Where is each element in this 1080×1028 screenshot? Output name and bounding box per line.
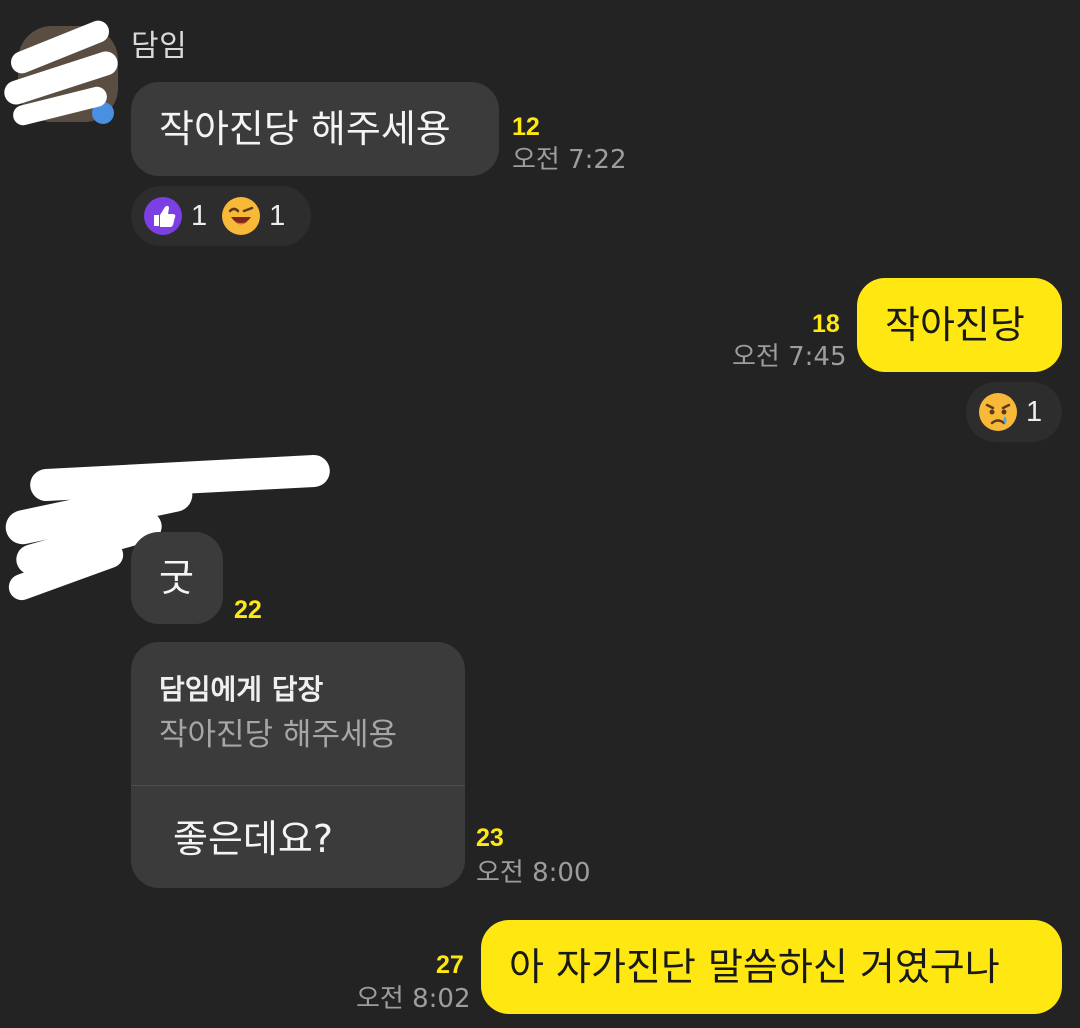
laughing-face-icon bbox=[222, 197, 261, 235]
message-text: 작아진당 해주세용 bbox=[159, 107, 451, 151]
avatar[interactable] bbox=[1, 17, 121, 128]
unread-count: 22 bbox=[234, 596, 262, 624]
message-time: 오전 7:45 bbox=[732, 342, 847, 372]
unread-count: 27 bbox=[436, 951, 464, 979]
message-text: 좋은데요? bbox=[173, 817, 334, 861]
message-text: 아 자가진단 말씀하신 거였구나 bbox=[509, 945, 1000, 989]
message-bubble[interactable]: 작아진당 bbox=[857, 278, 1062, 372]
reaction-bar[interactable]: 1 bbox=[966, 382, 1062, 442]
reaction-count: 1 bbox=[269, 199, 286, 232]
reaction-bar[interactable]: 1 1 bbox=[131, 186, 311, 246]
unread-count: 18 bbox=[812, 310, 840, 338]
message-time: 오전 8:02 bbox=[356, 984, 471, 1014]
sad-tear-face-icon bbox=[979, 393, 1017, 431]
message-bubble[interactable]: 굿 bbox=[131, 532, 223, 624]
message-text: 굿 bbox=[159, 556, 194, 600]
unread-count: 23 bbox=[476, 824, 504, 852]
message-time: 오전 8:00 bbox=[476, 858, 591, 888]
reply-quote-block[interactable]: 담임에게 답장 작아진당 해주세용 bbox=[131, 642, 465, 786]
sender-name: 담임 bbox=[131, 29, 188, 64]
message-text: 작아진당 bbox=[885, 303, 1025, 347]
message-bubble[interactable]: 작아진당 해주세용 bbox=[131, 82, 499, 176]
reply-message-bubble[interactable]: 담임에게 답장 작아진당 해주세용 좋은데요? bbox=[131, 642, 465, 888]
reaction-count: 1 bbox=[191, 199, 208, 232]
reply-quote-text: 작아진당 해주세용 bbox=[159, 717, 398, 753]
thumbs-up-icon bbox=[144, 197, 182, 235]
reply-title: 담임에게 답장 bbox=[159, 673, 324, 706]
reaction-count: 1 bbox=[1026, 395, 1043, 428]
unread-count: 12 bbox=[512, 113, 540, 141]
message-bubble[interactable]: 아 자가진단 말씀하신 거였구나 bbox=[481, 920, 1062, 1014]
message-time: 오전 7:22 bbox=[512, 145, 627, 175]
